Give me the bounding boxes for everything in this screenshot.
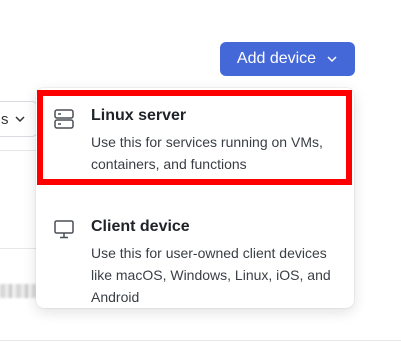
menu-item-description: Use this for services running on VMs, co… <box>91 134 323 172</box>
add-device-label: Add device <box>236 50 317 67</box>
server-icon <box>54 109 74 129</box>
divider <box>0 150 40 151</box>
filter-dropdown[interactable]: s <box>0 101 38 137</box>
menu-item-title: Linux server <box>91 107 187 124</box>
menu-item-description: Use this for user-owned client devices l… <box>91 245 331 305</box>
menu-item-client-device[interactable]: Client device Use this for user-owned cl… <box>36 198 354 306</box>
filter-label: s <box>1 110 9 128</box>
chevron-down-icon <box>14 116 25 123</box>
menu-item-linux-server[interactable]: Linux server Use this for services runni… <box>36 88 354 186</box>
chevron-down-icon <box>327 56 337 63</box>
blurred-text <box>0 284 36 298</box>
divider <box>0 340 401 341</box>
divider <box>0 248 40 249</box>
add-device-button[interactable]: Add device <box>220 42 355 76</box>
add-device-menu: Linux server Use this for services runni… <box>36 88 354 308</box>
menu-item-title: Client device <box>91 218 190 235</box>
monitor-icon <box>54 220 74 239</box>
